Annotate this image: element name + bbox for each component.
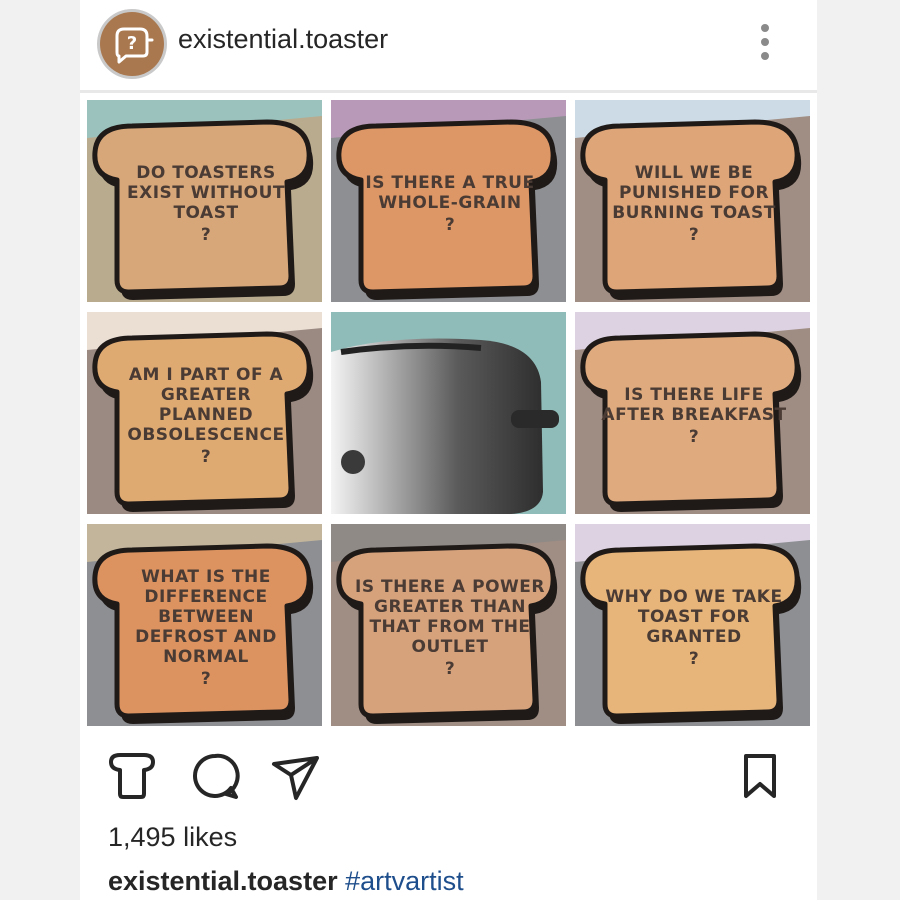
question-mark: ?	[688, 427, 700, 447]
toast-question-text: Will we be punished for burning toast	[612, 163, 776, 223]
question-mark: ?	[688, 225, 700, 245]
toast-question-text: What is the difference between defrost a…	[135, 567, 277, 667]
avatar[interactable]: ?	[100, 12, 164, 76]
toast-question-text: Do toasters exist without toast	[126, 163, 286, 223]
toast-question-text: Why do we take toast for granted	[605, 587, 783, 647]
grid-tile[interactable]: What is the difference between defrost a…	[87, 524, 322, 726]
post-card: ? existential.toaster Do toasters exist …	[80, 0, 817, 900]
toaster-photo[interactable]	[331, 312, 566, 514]
toast-question: Is there life after breakfast?	[599, 346, 789, 486]
toast-question-text: Is there a true whole-grain	[365, 173, 535, 213]
action-bar	[80, 750, 817, 810]
likes-count[interactable]: 1,495 likes	[108, 822, 237, 853]
bookmark-icon[interactable]	[740, 750, 780, 807]
svg-text:?: ?	[127, 33, 137, 54]
question-mark: ?	[688, 649, 700, 669]
grid-tile[interactable]: Will we be punished for burning toast?	[575, 100, 810, 302]
toast-question: Is there a true whole-grain?	[355, 134, 545, 274]
grid-tile[interactable]: Is there life after breakfast?	[575, 312, 810, 514]
question-mark: ?	[200, 669, 212, 689]
caption-hashtag[interactable]: #artvartist	[345, 866, 464, 896]
post-header: ? existential.toaster	[80, 0, 817, 93]
toast-question: Am I part of a greater planned obsolesce…	[111, 346, 301, 486]
toast-question: Will we be punished for burning toast?	[599, 134, 789, 274]
post-caption: existential.toaster #artvartist	[108, 866, 464, 897]
toast-question: Do toasters exist without toast?	[111, 134, 301, 274]
grid-tile[interactable]: Why do we take toast for granted?	[575, 524, 810, 726]
post-username[interactable]: existential.toaster	[178, 24, 388, 55]
more-vertical-icon[interactable]	[756, 22, 774, 62]
toast-question: Why do we take toast for granted?	[599, 558, 789, 698]
toast-question: Is there a power greater than that from …	[355, 558, 545, 698]
toaster-question-icon: ?	[115, 27, 154, 64]
grid-tile[interactable]: Am I part of a greater planned obsolesce…	[87, 312, 322, 514]
toast-question-text: Is there a power greater than that from …	[355, 577, 545, 657]
send-icon[interactable]	[270, 750, 322, 807]
toast-question-text: Am I part of a greater planned obsolesce…	[127, 365, 285, 445]
grid-tile[interactable]: Do toasters exist without toast?	[87, 100, 322, 302]
post-image-grid[interactable]: Do toasters exist without toast? Is there…	[87, 100, 810, 727]
question-mark: ?	[200, 447, 212, 467]
caption-username[interactable]: existential.toaster	[108, 866, 338, 896]
toast-question-text: Is there life after breakfast	[601, 385, 787, 425]
grid-tile[interactable]: Is there a true whole-grain?	[331, 100, 566, 302]
question-mark: ?	[444, 659, 456, 679]
toast-question: What is the difference between defrost a…	[111, 558, 301, 698]
toast-like-icon[interactable]	[106, 750, 158, 807]
question-mark: ?	[200, 225, 212, 245]
grid-tile[interactable]: Is there a power greater than that from …	[331, 524, 566, 726]
question-mark: ?	[444, 215, 456, 235]
comment-icon[interactable]	[190, 750, 240, 807]
